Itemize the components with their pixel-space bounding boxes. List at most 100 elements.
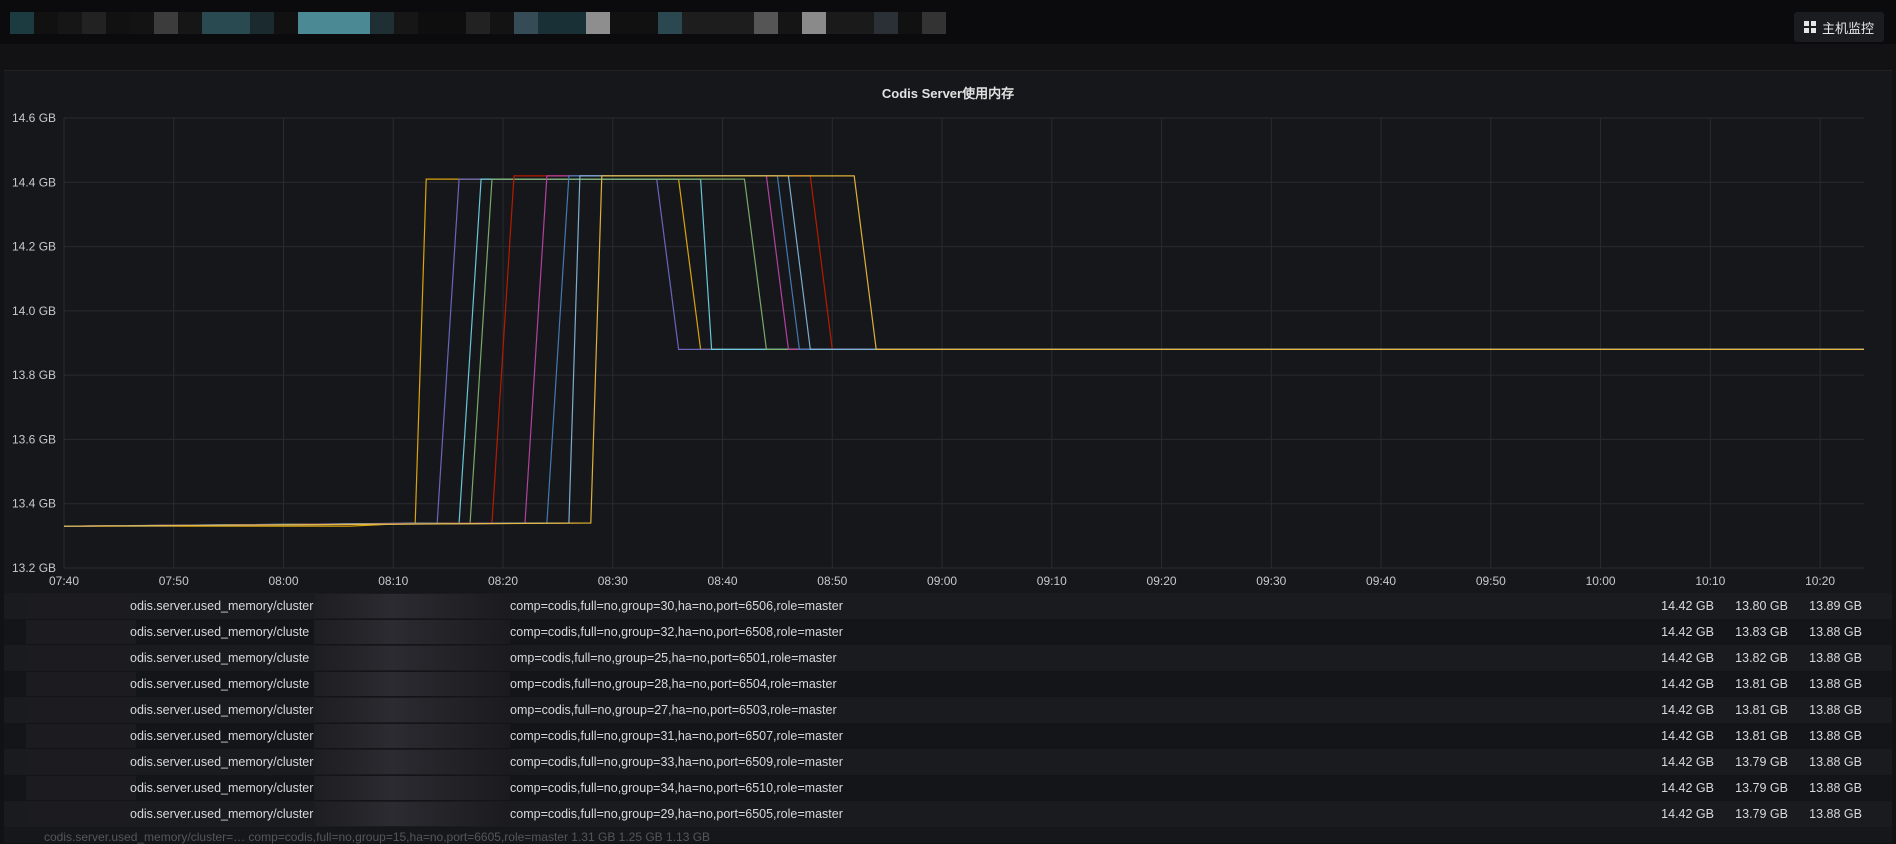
series-max-value: 14.42 GB	[1661, 755, 1714, 769]
redacted-series-prefix	[26, 672, 136, 696]
x-tick-label: 09:10	[1037, 574, 1067, 588]
series-min-value: 13.83 GB	[1735, 625, 1788, 639]
series-metric-name: odis.server.used_memory/cluste	[130, 677, 310, 691]
series-min-value: 13.79 GB	[1735, 807, 1788, 821]
y-tick-label: 14.6 GB	[12, 111, 56, 125]
x-tick-label: 09:20	[1147, 574, 1177, 588]
series-current-value: 13.88 GB	[1809, 625, 1862, 639]
dashboard-grid-icon	[1803, 21, 1816, 33]
x-tick-label: 09:00	[927, 574, 957, 588]
host-monitor-label: 主机监控	[1821, 20, 1874, 36]
host-monitor-button[interactable]: 主机监控	[1793, 12, 1884, 42]
legend-row[interactable]: odis.server.used_memory/cluster= comp=cod…	[4, 749, 1892, 775]
y-tick-label: 13.4 GB	[12, 497, 56, 511]
memory-graph-panel: Codis Server使用内存 14.6 GB 14.4 GB 14.2 GB 14…	[4, 70, 1892, 843]
x-tick-label: 09:30	[1256, 574, 1286, 588]
series-tags: omp=codis,full=no,group=27,ha=no,port=65…	[510, 703, 837, 717]
redacted-header-content	[10, 12, 946, 34]
top-navigation-bar: 主机监控	[0, 0, 1896, 44]
y-tick-label: 14.0 GB	[12, 304, 56, 318]
redacted-series-prefix	[26, 646, 136, 670]
legend-row[interactable]: odis.server.used_memory/cluster comp=codi…	[4, 801, 1892, 827]
series-tags: comp=codis,full=no,group=31,ha=no,port=6…	[510, 729, 843, 743]
series-line-6	[63, 175, 1864, 527]
series-metric-name: odis.server.used_memory/cluster	[130, 781, 314, 795]
series-max-value: 14.42 GB	[1661, 807, 1714, 821]
y-tick-label: 13.8 GB	[12, 368, 56, 382]
series-min-value: 13.81 GB	[1735, 677, 1788, 691]
redacted-series-cluster	[314, 724, 510, 748]
legend-row[interactable]: odis.server.used_memory/cluster comp=codi…	[4, 593, 1892, 619]
series-max-value: 14.42 GB	[1661, 703, 1714, 717]
series-current-value: 13.88 GB	[1809, 807, 1862, 821]
x-tick-label: 08:30	[598, 574, 628, 588]
legend-row[interactable]: odis.server.used_memory/cluste comp=codis…	[4, 619, 1892, 645]
series-line-4	[63, 178, 1864, 527]
legend-row[interactable]: odis.server.used_memory/cluste omp=codis,…	[4, 645, 1892, 671]
legend-row[interactable]: odis.server.used_memory/cluster comp=codi…	[4, 775, 1892, 801]
series-tags: comp=codis,full=no,group=33,ha=no,port=6…	[510, 755, 843, 769]
redacted-series-prefix	[26, 724, 136, 748]
series-line-2	[63, 178, 1864, 527]
series-min-value: 13.79 GB	[1735, 755, 1788, 769]
series-tags: omp=codis,full=no,group=25,ha=no,port=65…	[510, 651, 837, 665]
redacted-series-cluster	[314, 620, 510, 644]
x-tick-label: 10:20	[1805, 574, 1835, 588]
series-current-value: 13.88 GB	[1809, 729, 1862, 743]
series-min-value: 13.80 GB	[1735, 599, 1788, 613]
series-current-value: 13.88 GB	[1809, 755, 1862, 769]
redacted-series-prefix	[26, 750, 136, 774]
legend-row[interactable]: odis.server.used_memory/cluster= omp=codi…	[4, 697, 1892, 723]
series-line-5	[63, 175, 1864, 527]
series-metric-name: odis.server.used_memory/cluster	[130, 807, 314, 821]
series-metric-name: odis.server.used_memory/cluster=	[130, 729, 321, 743]
y-tick-label: 13.6 GB	[12, 432, 56, 446]
redacted-series-cluster	[314, 672, 510, 696]
y-tick-label: 14.2 GB	[12, 240, 56, 254]
redacted-series-cluster	[314, 646, 510, 670]
series-max-value: 14.42 GB	[1661, 677, 1714, 691]
redacted-series-prefix	[26, 698, 136, 722]
redacted-series-cluster	[314, 594, 510, 618]
series-min-value: 13.81 GB	[1735, 703, 1788, 717]
series-max-value: 14.42 GB	[1661, 651, 1714, 665]
x-tick-label: 08:00	[268, 574, 298, 588]
series-tags: omp=codis,full=no,group=28,ha=no,port=65…	[510, 677, 837, 691]
x-tick-label: 08:40	[708, 574, 738, 588]
x-tick-label: 08:10	[378, 574, 408, 588]
x-tick-label: 08:50	[817, 574, 847, 588]
series-tags: comp=codis,full=no,group=29,ha=no,port=6…	[510, 807, 843, 821]
x-tick-label: 08:20	[488, 574, 518, 588]
x-tick-label: 07:50	[159, 574, 189, 588]
redacted-series-cluster	[314, 776, 510, 800]
series-current-value: 13.88 GB	[1809, 651, 1862, 665]
legend-row[interactable]: odis.server.used_memory/cluste omp=codis,…	[4, 671, 1892, 697]
series-max-value: 14.42 GB	[1661, 729, 1714, 743]
series-line-8	[63, 175, 1864, 527]
x-tick-label: 09:40	[1366, 574, 1396, 588]
series-metric-name: odis.server.used_memory/cluste	[130, 625, 310, 639]
series-current-value: 13.88 GB	[1809, 677, 1862, 691]
y-tick-label: 14.4 GB	[12, 175, 56, 189]
x-tick-label: 10:00	[1586, 574, 1616, 588]
redacted-series-cluster	[314, 802, 510, 826]
redacted-series-cluster	[314, 750, 510, 774]
series-metric-name: odis.server.used_memory/cluster=	[130, 703, 321, 717]
series-tags: comp=codis,full=no,group=30,ha=no,port=6…	[510, 599, 843, 613]
series-min-value: 13.82 GB	[1735, 651, 1788, 665]
redacted-series-prefix	[26, 620, 136, 644]
series-min-value: 13.81 GB	[1735, 729, 1788, 743]
series-max-value: 14.42 GB	[1661, 781, 1714, 795]
redacted-series-prefix	[26, 776, 136, 800]
x-tick-label: 10:10	[1695, 574, 1725, 588]
x-tick-label: 07:40	[49, 574, 79, 588]
series-current-value: 13.88 GB	[1809, 781, 1862, 795]
series-max-value: 14.42 GB	[1661, 599, 1714, 613]
y-tick-label: 13.2 GB	[12, 561, 56, 575]
series-line-9	[63, 175, 1864, 527]
legend-row[interactable]: odis.server.used_memory/cluster= comp=cod…	[4, 723, 1892, 749]
memory-line-chart[interactable]: 14.6 GB 14.4 GB 14.2 GB 14.0 GB 13.8 GB 13.6 …	[4, 71, 1892, 593]
series-tags: comp=codis,full=no,group=32,ha=no,port=6…	[510, 625, 843, 639]
series-metric-name: odis.server.used_memory/cluster	[130, 599, 314, 613]
redacted-series-prefix	[26, 802, 136, 826]
